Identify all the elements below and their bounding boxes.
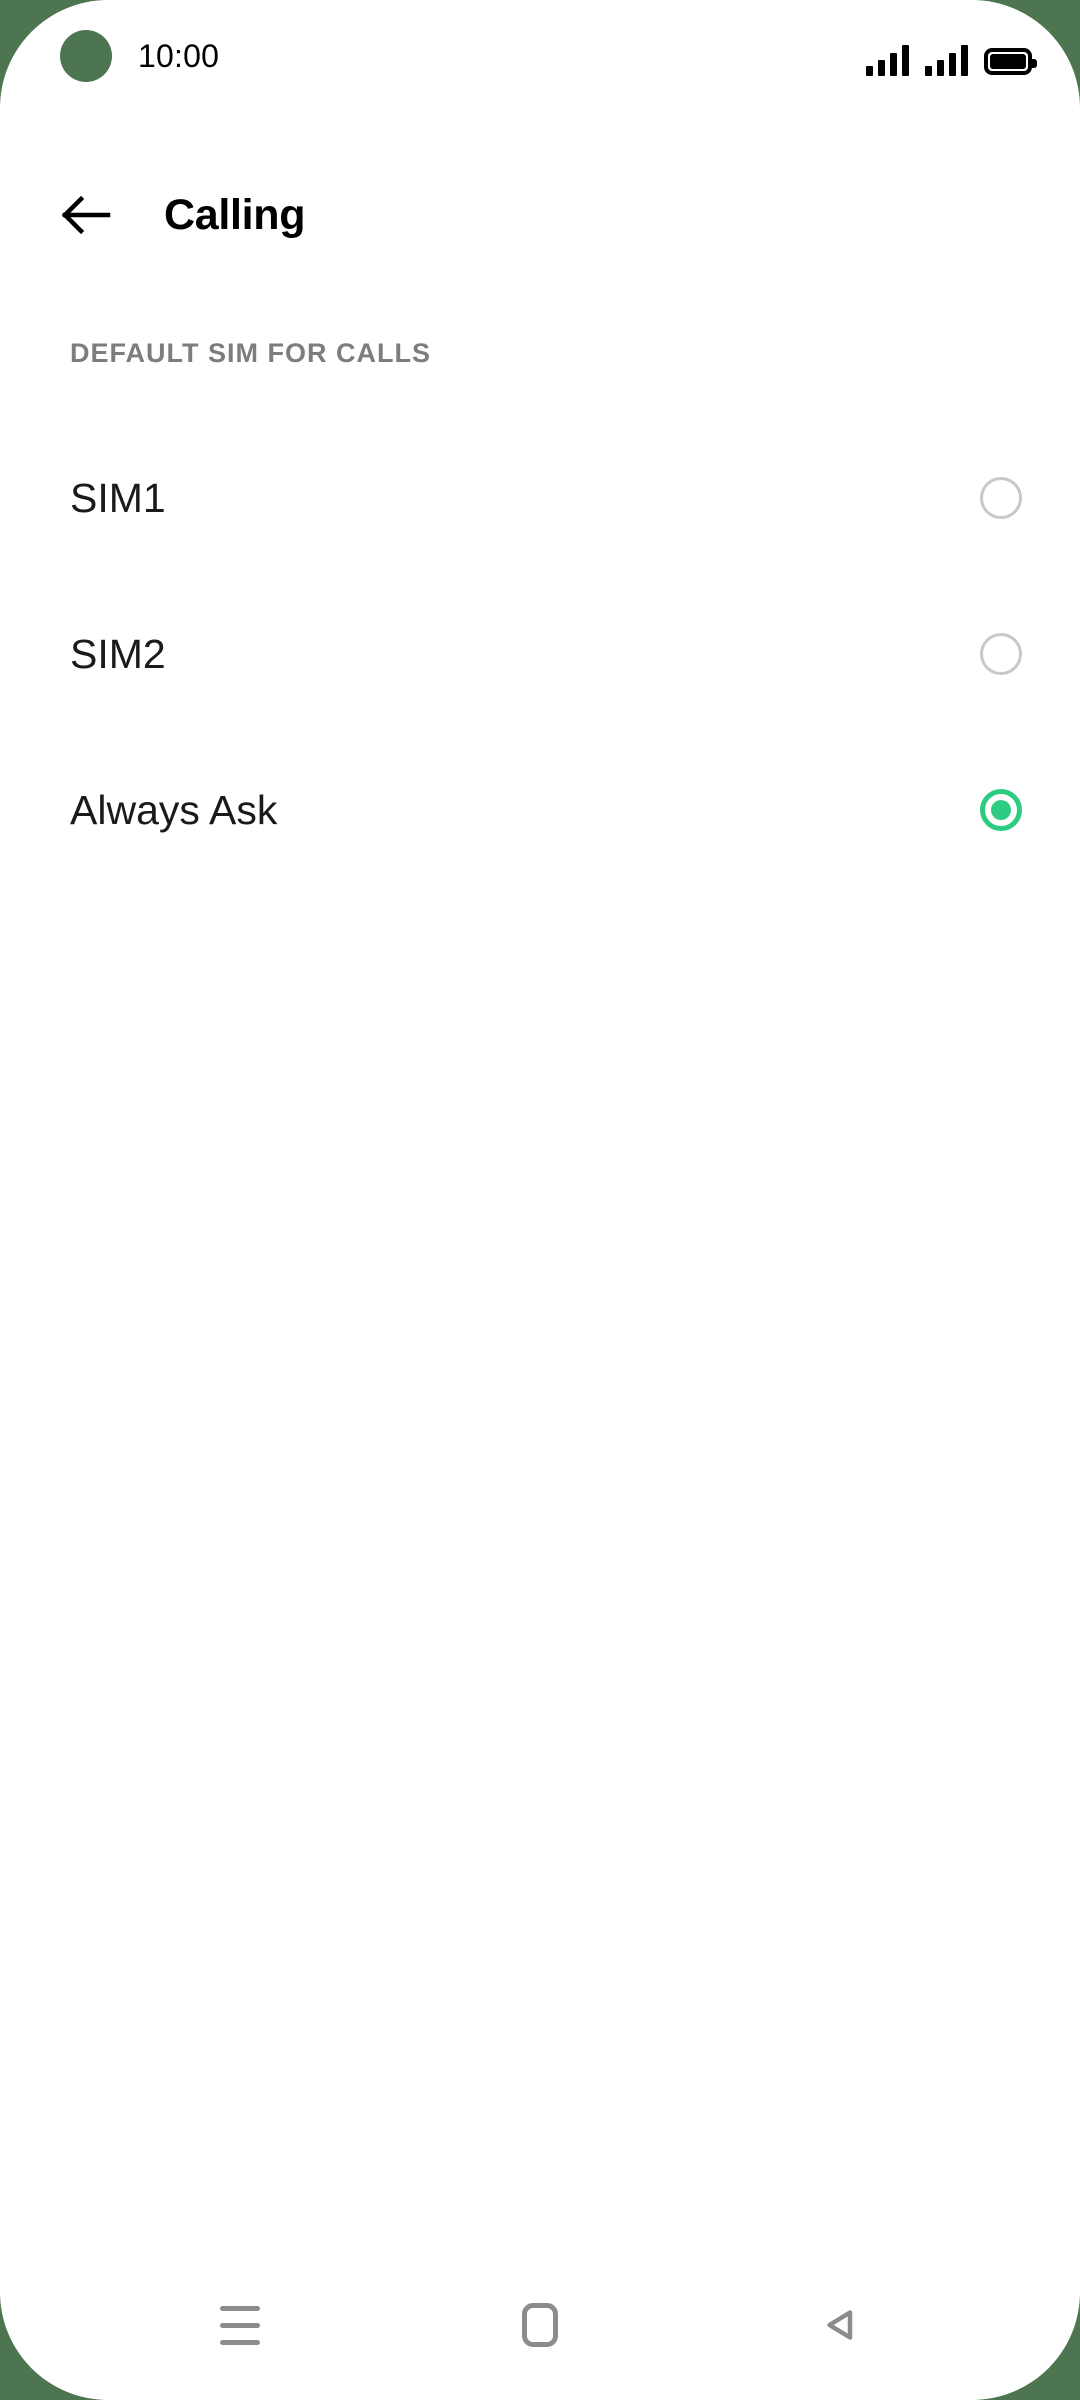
punch-hole-camera-icon (60, 30, 112, 82)
cellular-signal-icon-sim2 (925, 44, 968, 76)
cellular-signal-icon-sim1 (866, 44, 909, 76)
option-label: Always Ask (70, 786, 278, 833)
list-item-always-ask[interactable]: Always Ask (0, 732, 1080, 888)
nav-home-button[interactable] (475, 2270, 605, 2380)
radio-button-sim1[interactable] (980, 477, 1022, 519)
phone-screen: 10:00 Calling DEFAULT SIM FOR CALLS SIM1… (0, 0, 1080, 2400)
status-bar-right (866, 36, 1037, 76)
nav-back-button[interactable] (775, 2270, 905, 2380)
battery-full-icon (984, 48, 1037, 75)
radio-button-sim2[interactable] (980, 633, 1022, 675)
list-item-sim2[interactable]: SIM2 (0, 576, 1080, 732)
default-sim-option-list: SIM1 SIM2 Always Ask (0, 420, 1080, 888)
back-triangle-icon (827, 2310, 853, 2340)
section-header-default-sim-for-calls: DEFAULT SIM FOR CALLS (70, 338, 431, 368)
nav-recents-button[interactable] (175, 2270, 305, 2380)
status-bar: 10:00 (0, 0, 1080, 112)
list-item-sim1[interactable]: SIM1 (0, 420, 1080, 576)
system-navigation-bar (0, 2250, 1080, 2400)
page-title: Calling (164, 190, 306, 239)
status-bar-clock: 10:00 (138, 38, 220, 74)
recents-menu-icon (220, 2300, 260, 2351)
status-bar-left: 10:00 (60, 30, 219, 82)
home-square-icon (522, 2303, 558, 2347)
app-bar: Calling (0, 160, 1080, 270)
back-arrow-icon[interactable] (60, 188, 114, 242)
radio-button-always-ask[interactable] (980, 789, 1022, 831)
option-label: SIM1 (70, 474, 166, 521)
option-label: SIM2 (70, 630, 166, 677)
